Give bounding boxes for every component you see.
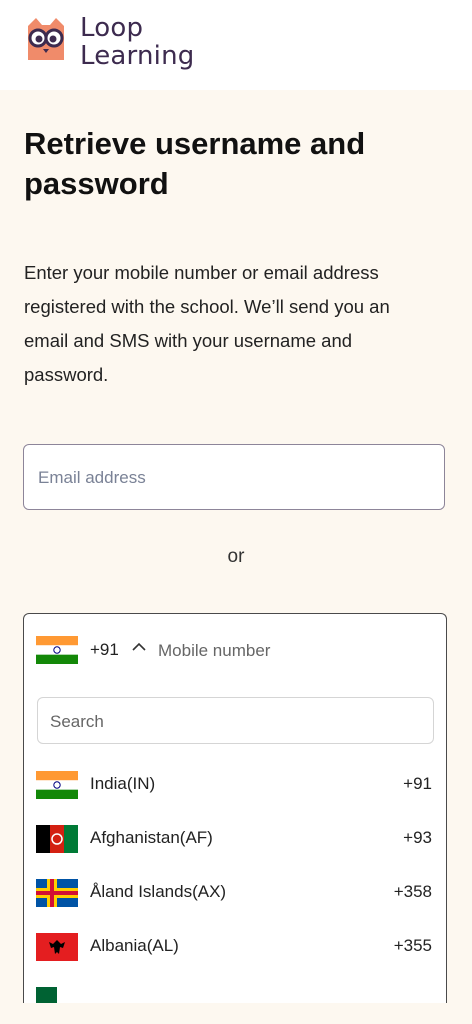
- country-option-india[interactable]: India(IN) +91: [24, 758, 446, 812]
- app-header: Loop Learning: [0, 0, 472, 90]
- country-option-partial[interactable]: [24, 974, 446, 1003]
- brand-line-2: Learning: [80, 41, 195, 71]
- owl-logo-icon: [28, 18, 64, 60]
- brand-wordmark: Loop Learning: [80, 14, 194, 70]
- aland-islands-flag-icon: [36, 879, 78, 907]
- or-separator: or: [227, 546, 245, 567]
- country-dial-code: +358: [393, 882, 432, 901]
- email-input[interactable]: [36, 445, 436, 510]
- country-name: India(IN): [90, 774, 156, 793]
- mobile-number-field: +91 India(IN) +91 Af: [23, 613, 447, 1003]
- country-dial-code: +93: [403, 828, 432, 847]
- country-flag-icon: [36, 987, 78, 1003]
- mobile-number-input[interactable]: [156, 634, 420, 668]
- chevron-up-icon[interactable]: [130, 638, 148, 656]
- country-name: Åland Islands(AX): [90, 882, 227, 901]
- brand-line-1: Loop: [80, 13, 144, 43]
- country-name: Afghanistan(AF): [90, 828, 213, 847]
- albania-flag-icon: [36, 933, 78, 961]
- selected-dial-code[interactable]: +91: [90, 640, 119, 660]
- page-description: Enter your mobile number or email addres…: [24, 262, 390, 385]
- country-search-container: [37, 697, 434, 745]
- country-dial-code: +355: [393, 936, 432, 955]
- country-option-aland-islands[interactable]: Åland Islands(AX) +358: [24, 866, 446, 920]
- country-dial-code: +91: [403, 774, 432, 793]
- country-option-afghanistan[interactable]: Afghanistan(AF) +93: [24, 812, 446, 866]
- india-flag-icon: [36, 771, 78, 799]
- afghanistan-flag-icon: [36, 825, 78, 853]
- country-search-input[interactable]: [48, 698, 422, 745]
- india-flag-icon[interactable]: [36, 636, 78, 664]
- country-option-albania[interactable]: Albania(AL) +355: [24, 920, 446, 974]
- page-title: Retrieve username and password: [24, 126, 366, 201]
- email-field-container: [23, 444, 445, 510]
- mobile-number-row: +91: [24, 614, 446, 686]
- country-name: Albania(AL): [90, 936, 179, 955]
